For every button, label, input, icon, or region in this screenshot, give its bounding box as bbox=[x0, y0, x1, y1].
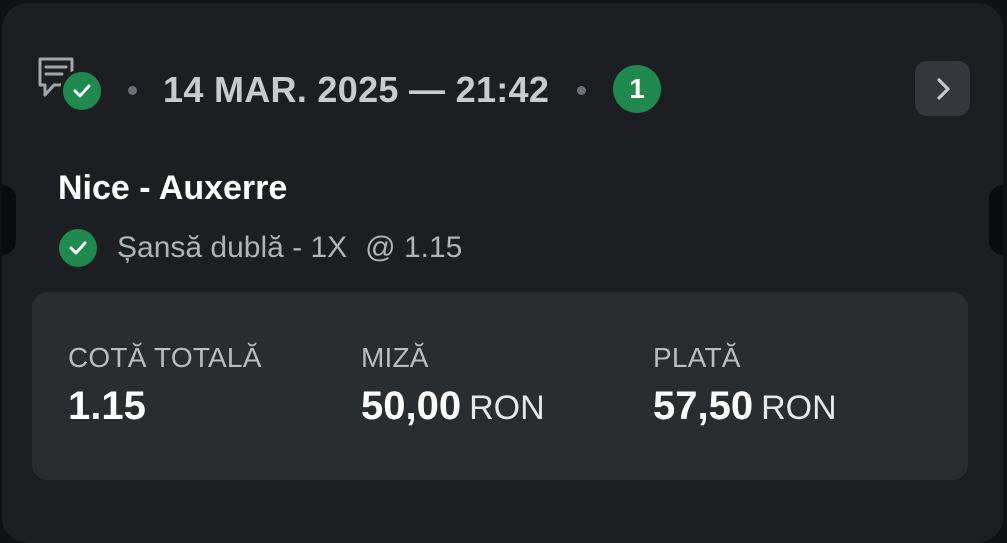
stake-block: MIZĂ 50,00 RON bbox=[361, 342, 545, 429]
payout-block: PLATĂ 57,50 RON bbox=[653, 342, 837, 429]
selections-count-badge: 1 bbox=[613, 65, 661, 113]
payout-value-wrap: 57,50 RON bbox=[653, 384, 837, 429]
bet-datetime: 14 MAR. 2025 — 21:42 bbox=[163, 69, 550, 110]
chevron-right-icon bbox=[936, 77, 950, 100]
selection-market: Șansă dublă - 1X bbox=[117, 231, 348, 264]
stake-value-wrap: 50,00 RON bbox=[361, 384, 545, 429]
stake-value: 50,00 bbox=[361, 384, 462, 428]
bet-ticket-card[interactable]: 14 MAR. 2025 — 21:42 1 Nice - Auxerre Șa… bbox=[2, 3, 1003, 543]
ticket-header: 14 MAR. 2025 — 21:42 1 bbox=[36, 55, 970, 117]
selection-odds: @ 1.15 bbox=[365, 231, 463, 264]
payout-value: 57,50 bbox=[653, 384, 754, 428]
won-status-check-icon bbox=[60, 69, 104, 113]
bet-summary-panel: COTĂ TOTALĂ 1.15 MIZĂ 50,00 RON PLATĂ 57,… bbox=[32, 292, 968, 480]
payout-label: PLATĂ bbox=[653, 342, 741, 373]
ticket-notch-left bbox=[2, 185, 16, 255]
expand-ticket-button[interactable] bbox=[915, 61, 970, 116]
match-title: Nice - Auxerre bbox=[58, 169, 288, 207]
separator-dot bbox=[577, 86, 586, 95]
stake-label: MIZĂ bbox=[361, 342, 429, 373]
selection-row: Șansă dublă - 1X @ 1.15 bbox=[59, 227, 462, 269]
total-odds-value-wrap: 1.15 bbox=[68, 384, 262, 429]
total-odds-block: COTĂ TOTALĂ 1.15 bbox=[68, 342, 262, 429]
selection-won-check-icon bbox=[59, 229, 97, 267]
ticket-notch-right bbox=[989, 185, 1003, 255]
total-odds-value: 1.15 bbox=[68, 384, 146, 428]
total-odds-label: COTĂ TOTALĂ bbox=[68, 342, 262, 373]
separator-dot bbox=[128, 86, 137, 95]
payout-currency: RON bbox=[761, 389, 837, 427]
stake-currency: RON bbox=[469, 389, 545, 427]
